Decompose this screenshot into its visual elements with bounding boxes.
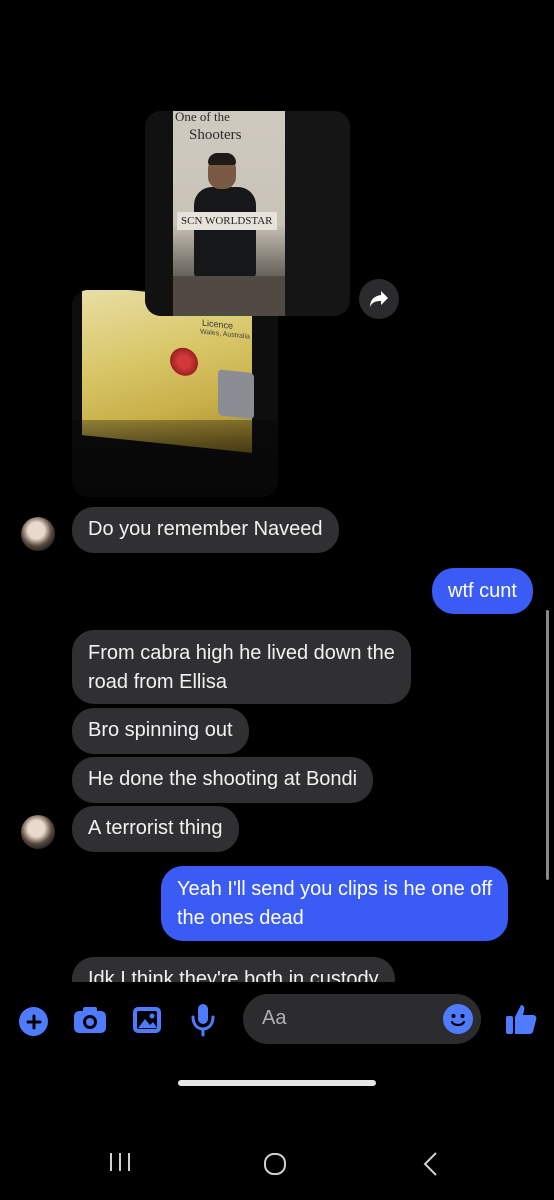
avatar[interactable] <box>21 815 55 849</box>
input-placeholder: Aa <box>262 1007 287 1029</box>
emoji-icon[interactable] <box>443 1004 473 1034</box>
image-edge-right <box>285 111 350 316</box>
scrollbar[interactable] <box>546 610 549 880</box>
image-edge-left <box>145 111 173 316</box>
message-bubble[interactable]: A terrorist thing <box>72 806 239 852</box>
message-input[interactable]: Aa <box>243 994 481 1044</box>
message-text-line: Yeah I'll send you clips is he one off <box>177 878 493 900</box>
message-bubble[interactable]: Bro spinning out <box>72 708 249 754</box>
home-indicator[interactable] <box>178 1080 376 1086</box>
camera-icon[interactable] <box>73 1005 107 1035</box>
message-bubble[interactable]: Do you remember Naveed <box>72 507 339 553</box>
caption-top: One of the <box>175 111 230 124</box>
back-icon[interactable] <box>422 1151 440 1182</box>
message-text: A terrorist thing <box>88 817 223 839</box>
image-shadow <box>72 420 278 497</box>
card-state: Wales, Australia <box>200 328 250 341</box>
plus-icon[interactable] <box>19 1007 48 1036</box>
message-text: He done the shooting at Bondi <box>88 768 358 790</box>
message-bubble-sent[interactable]: Yeah I'll send you clips is he one off t… <box>161 866 509 941</box>
home-icon[interactable] <box>263 1152 287 1181</box>
card-photo <box>218 369 254 420</box>
message-text-line: road from Ellisa <box>88 671 227 693</box>
forward-button[interactable] <box>359 279 399 319</box>
forward-arrow-icon <box>370 291 388 307</box>
gallery-icon[interactable] <box>132 1006 162 1034</box>
message-text: wtf cunt <box>448 580 517 602</box>
recent-apps-icon[interactable] <box>108 1150 132 1179</box>
message-bubble[interactable]: He done the shooting at Bondi <box>72 757 374 803</box>
message-text-line: the ones dead <box>177 907 304 929</box>
shared-image-shooters[interactable]: One of the Shooters SCN WORLDSTAR <box>145 111 350 316</box>
waratah-emblem <box>170 346 198 378</box>
shared-image-id-card[interactable]: Licence Wales, Australia <box>72 290 278 497</box>
thumbs-up-icon[interactable] <box>505 1002 537 1036</box>
caption-tag: SCN WORLDSTAR <box>177 212 277 230</box>
microphone-icon[interactable] <box>190 1003 216 1037</box>
avatar[interactable] <box>21 517 55 551</box>
message-text: Bro spinning out <box>88 719 233 741</box>
message-bubble-sent[interactable]: wtf cunt <box>432 568 533 614</box>
wall <box>173 276 285 316</box>
caption-main: Shooters <box>189 127 242 143</box>
message-text: Do you remember Naveed <box>88 518 323 540</box>
message-bubble[interactable]: From cabra high he lived down the road f… <box>72 630 411 704</box>
message-text-line: From cabra high he lived down the <box>88 642 395 664</box>
